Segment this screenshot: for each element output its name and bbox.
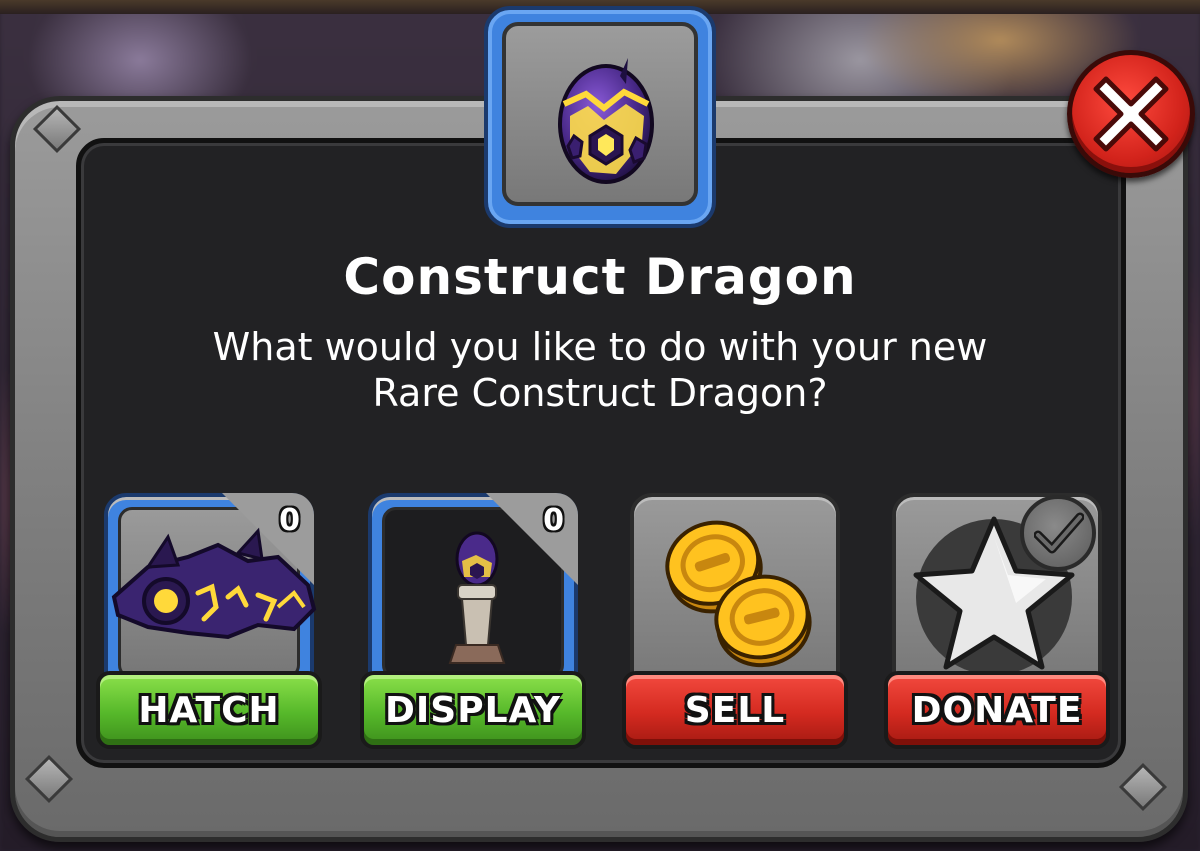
display-button[interactable]: DISPLAY [360, 671, 586, 749]
egg-portrait [502, 22, 698, 206]
option-sell[interactable]: SELL [622, 493, 848, 755]
close-icon [1093, 76, 1169, 152]
hatch-button[interactable]: HATCH [96, 671, 322, 749]
dragon-icon [111, 527, 317, 640]
checkmark-icon [1034, 512, 1084, 554]
sell-card[interactable] [630, 493, 840, 693]
donate-card[interactable] [892, 493, 1102, 693]
option-hatch[interactable]: 0 HATCH [96, 493, 322, 755]
dialog-question: What would you like to do with your new … [212, 325, 988, 415]
construct-egg-icon [558, 58, 654, 184]
sell-button[interactable]: SELL [622, 671, 848, 749]
dialog-title: Construct Dragon [343, 248, 857, 306]
donate-button[interactable]: DONATE [884, 671, 1110, 749]
display-card[interactable]: 0 [368, 493, 578, 693]
close-button[interactable] [1067, 50, 1195, 178]
gold-coins-icon [665, 520, 812, 668]
egg-pedestal-icon [448, 531, 506, 664]
option-display[interactable]: 0 DISPLAY [360, 493, 586, 755]
donate-check-badge [1020, 495, 1096, 571]
hatch-card[interactable]: 0 [104, 493, 317, 693]
egg-portrait-frame [484, 6, 716, 228]
option-donate[interactable]: DONATE [884, 493, 1110, 755]
